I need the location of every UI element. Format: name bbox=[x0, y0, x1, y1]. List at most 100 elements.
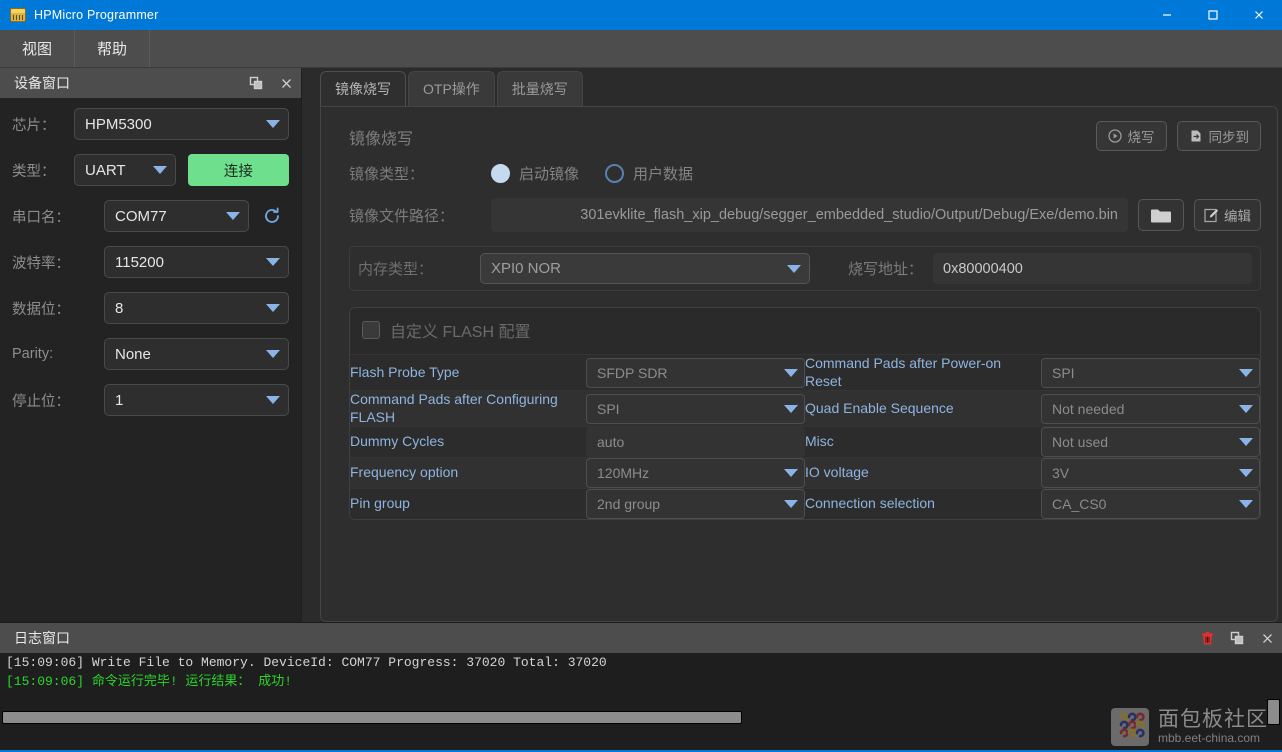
command-pads-after-config-select[interactable]: SPI bbox=[586, 393, 805, 424]
app-icon bbox=[10, 8, 26, 22]
edit-file-button-label: 编辑 bbox=[1224, 209, 1251, 224]
chevron-down-icon bbox=[266, 304, 280, 312]
baud-label: 波特率： bbox=[12, 255, 70, 272]
quad-enable-sequence-value: Not needed bbox=[1052, 400, 1125, 417]
connection-selection-select[interactable]: CA_CS0 bbox=[1041, 489, 1260, 519]
program-button[interactable]: 烧写 bbox=[1095, 121, 1167, 151]
stopbits-label: 停止位： bbox=[12, 393, 70, 410]
radio-user-data-label: 用户数据 bbox=[633, 166, 694, 183]
program-button-label: 烧写 bbox=[1127, 130, 1155, 145]
chevron-down-icon bbox=[266, 396, 280, 404]
dummy-cycles-input[interactable]: auto bbox=[586, 427, 805, 457]
device-dock-title: 设备窗口 bbox=[14, 75, 70, 91]
flash-config-header[interactable]: 自定义 FLASH 配置 bbox=[350, 308, 1260, 354]
stopbits-value: 1 bbox=[115, 391, 124, 409]
device-dock-body: 芯片： HPM5300 类型： UART 连接 串口名： COM77 波特率： … bbox=[0, 98, 301, 622]
command-pads-power-on-reset-select[interactable]: SPI bbox=[1041, 357, 1260, 388]
trash-icon[interactable] bbox=[1192, 623, 1222, 653]
cell-control: SPI bbox=[1041, 355, 1260, 391]
connect-button[interactable]: 连接 bbox=[187, 154, 289, 186]
edit-file-button[interactable]: 编辑 bbox=[1194, 199, 1261, 231]
log-dock: 日志窗口 [15:09:06] Write File to Memory. De… bbox=[0, 622, 1282, 752]
type-row: 类型： UART 连接 bbox=[12, 154, 289, 186]
chevron-down-icon bbox=[1239, 438, 1253, 446]
table-row: Dummy Cycles auto Misc Not used bbox=[350, 426, 1260, 458]
close-icon[interactable] bbox=[1252, 623, 1282, 653]
image-type-options: 启动镜像 用户数据 bbox=[491, 163, 693, 184]
main-pane: 镜像烧写 OTP操作 批量烧写 烧写 同步到 镜像烧写 镜像类型： 启动镜像 用… bbox=[310, 68, 1282, 622]
parity-select[interactable]: None bbox=[104, 338, 289, 370]
minimize-button[interactable] bbox=[1144, 0, 1190, 30]
pin-group-select[interactable]: 2nd group bbox=[586, 489, 805, 519]
chevron-down-icon bbox=[266, 120, 280, 128]
custom-flash-config-checkbox[interactable] bbox=[362, 321, 380, 339]
parity-row: Parity: None bbox=[12, 338, 289, 370]
refresh-icon[interactable] bbox=[255, 200, 289, 232]
frequency-option-select[interactable]: 120MHz bbox=[586, 458, 805, 488]
menu-help[interactable]: 帮助 bbox=[75, 30, 151, 67]
scrollbar-thumb[interactable] bbox=[2, 711, 742, 724]
io-voltage-value: 3V bbox=[1052, 465, 1070, 481]
menu-help-label: 帮助 bbox=[97, 41, 128, 58]
cell-control: auto bbox=[586, 427, 805, 458]
chevron-down-icon bbox=[1239, 500, 1253, 508]
baud-row: 波特率： 115200 bbox=[12, 246, 289, 278]
stopbits-select[interactable]: 1 bbox=[104, 384, 289, 416]
log-dock-header: 日志窗口 bbox=[0, 623, 1282, 653]
chevron-down-icon bbox=[266, 258, 280, 266]
log-vertical-scrollbar[interactable] bbox=[1267, 655, 1280, 750]
cell-control: 2nd group bbox=[586, 489, 805, 519]
radio-dot-icon bbox=[605, 164, 625, 183]
close-button[interactable] bbox=[1236, 0, 1282, 30]
parity-label: Parity: bbox=[12, 346, 54, 362]
tab-otp[interactable]: OTP操作 bbox=[408, 71, 495, 106]
cell-label: Connection selection bbox=[805, 495, 935, 512]
file-path-label: 镜像文件路径： bbox=[349, 207, 455, 225]
misc-select[interactable]: Not used bbox=[1041, 427, 1260, 457]
menu-view-label: 视图 bbox=[22, 41, 53, 58]
float-icon[interactable] bbox=[241, 68, 271, 98]
quad-enable-sequence-select[interactable]: Not needed bbox=[1041, 393, 1260, 424]
cell-label: Flash Probe Type bbox=[350, 363, 460, 380]
browse-file-button[interactable] bbox=[1138, 199, 1184, 231]
log-horizontal-scrollbar[interactable] bbox=[2, 711, 1264, 724]
menu-view[interactable]: 视图 bbox=[0, 30, 76, 67]
flash-probe-type-value: SFDP SDR bbox=[597, 364, 668, 381]
image-type-label: 镜像类型： bbox=[349, 166, 425, 183]
pin-group-value: 2nd group bbox=[597, 496, 661, 512]
close-icon[interactable] bbox=[271, 68, 301, 98]
type-select[interactable]: UART bbox=[74, 154, 176, 186]
io-voltage-select[interactable]: 3V bbox=[1041, 458, 1260, 488]
float-icon[interactable] bbox=[1222, 623, 1252, 653]
databits-select[interactable]: 8 bbox=[104, 292, 289, 324]
baud-select[interactable]: 115200 bbox=[104, 246, 289, 278]
tab-image-program[interactable]: 镜像烧写 bbox=[320, 71, 406, 106]
scrollbar-thumb[interactable] bbox=[1267, 699, 1280, 725]
chevron-down-icon bbox=[1239, 404, 1253, 413]
chip-select[interactable]: HPM5300 bbox=[74, 108, 289, 140]
radio-boot-image[interactable]: 启动镜像 bbox=[491, 163, 579, 184]
tab-batch-program[interactable]: 批量烧写 bbox=[496, 71, 583, 106]
sync-button[interactable]: 同步到 bbox=[1176, 121, 1261, 151]
maximize-button[interactable] bbox=[1190, 0, 1236, 30]
file-path-input[interactable]: 301evklite_flash_xip_debug/segger_embedd… bbox=[491, 198, 1128, 232]
log-output[interactable]: [15:09:06] Write File to Memory. DeviceI… bbox=[0, 653, 1282, 752]
port-select[interactable]: COM77 bbox=[104, 200, 250, 232]
cell-label: Misc bbox=[805, 433, 834, 450]
image-type-row: 镜像类型： 启动镜像 用户数据 bbox=[349, 163, 1261, 184]
table-row: Command Pads after Configuring FLASH SPI… bbox=[350, 390, 1260, 427]
log-line: [15:09:06] 命令运行完毕! 运行结果： 成功! bbox=[6, 674, 293, 689]
parity-value: None bbox=[115, 345, 151, 363]
flash-probe-type-select[interactable]: SFDP SDR bbox=[586, 357, 805, 388]
radio-user-data[interactable]: 用户数据 bbox=[605, 163, 693, 184]
chevron-down-icon bbox=[784, 368, 798, 377]
dock-splitter[interactable] bbox=[302, 68, 310, 622]
flash-address-input[interactable]: 0x80000400 bbox=[933, 253, 1252, 284]
memory-type-select[interactable]: XPI0 NOR bbox=[480, 253, 810, 284]
chip-label: 芯片： bbox=[12, 117, 56, 134]
type-value: UART bbox=[85, 161, 126, 179]
databits-label: 数据位： bbox=[12, 301, 70, 318]
port-row: 串口名： COM77 bbox=[12, 200, 289, 232]
file-path-row: 镜像文件路径： 301evklite_flash_xip_debug/segge… bbox=[349, 198, 1261, 232]
cell-label: IO voltage bbox=[805, 464, 869, 481]
